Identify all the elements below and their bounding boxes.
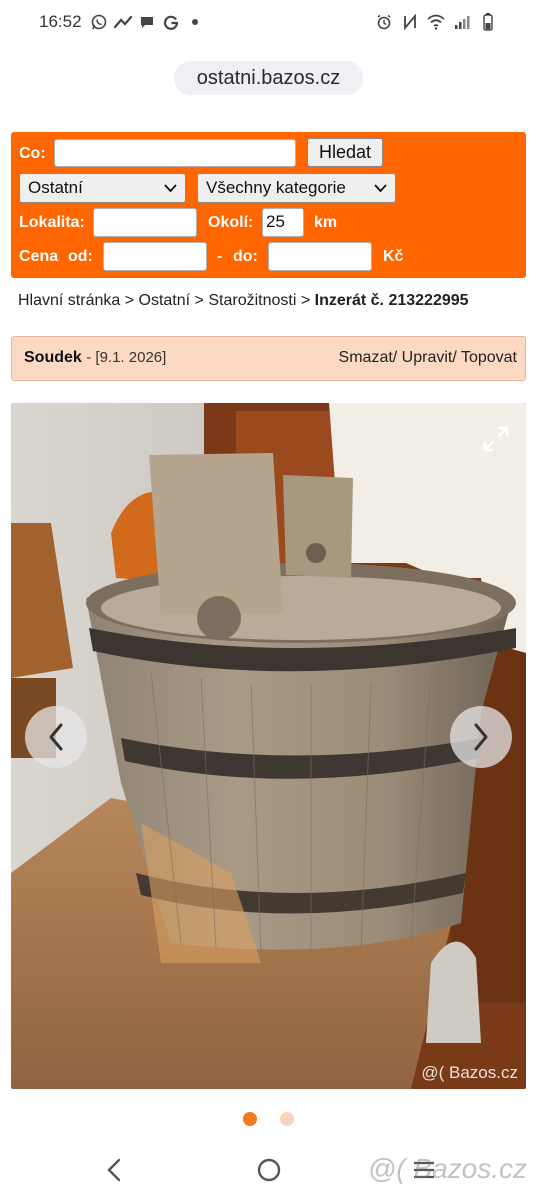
back-chevron-icon[interactable]	[104, 1156, 124, 1189]
od-label: od:	[68, 248, 93, 265]
chevron-right-icon	[474, 723, 488, 751]
search-query-input[interactable]	[54, 139, 296, 167]
breadcrumb-current: Inzerát č. 213222995	[314, 292, 469, 309]
wifi-icon	[427, 13, 445, 31]
listing-header: Soudek - [9.1. 2026] Smazat/ Upravit/ To…	[11, 336, 526, 381]
price-to-input[interactable]	[268, 242, 372, 271]
photo-prev-button[interactable]	[25, 706, 87, 768]
alarm-icon	[375, 13, 393, 31]
chevron-down-icon	[164, 174, 177, 211]
chevron-left-icon	[49, 723, 63, 751]
lokalita-input[interactable]	[93, 208, 197, 237]
google-g-icon	[162, 13, 180, 31]
messenger-fan-icon	[114, 13, 132, 31]
listing-title-group: Soudek - [9.1. 2026]	[24, 349, 166, 367]
barrel-photo-image	[11, 403, 526, 1089]
okoli-label: Okolí:	[208, 214, 254, 231]
carousel-dot[interactable]	[280, 1112, 294, 1126]
photo-next-button[interactable]	[450, 706, 512, 768]
section-select[interactable]: Ostatní	[19, 173, 186, 203]
android-nav-bar: @( Bazos.cz	[0, 1140, 537, 1200]
breadcrumb-separator: >	[124, 292, 135, 309]
dash-label: -	[217, 248, 223, 265]
breadcrumb-separator: >	[300, 292, 311, 309]
battery-icon	[479, 13, 497, 31]
price-from-input[interactable]	[103, 242, 207, 271]
breadcrumb: Hlavní stránka > Ostatní > Starožitnosti…	[18, 292, 469, 310]
section-select-value: Ostatní	[28, 178, 83, 197]
dot-icon	[186, 13, 204, 31]
category-select[interactable]: Všechny kategorie	[197, 173, 396, 203]
breadcrumb-section[interactable]: Ostatní	[139, 292, 191, 309]
nfc-icon	[401, 13, 419, 31]
co-label: Co:	[19, 145, 46, 162]
search-button[interactable]: Hledat	[307, 138, 383, 167]
status-left-icons	[90, 13, 204, 31]
chevron-down-icon	[374, 174, 387, 211]
status-bar: 16:52	[0, 0, 537, 44]
do-label: do:	[233, 248, 258, 265]
km-label: km	[314, 214, 338, 231]
expand-icon[interactable]	[482, 425, 510, 453]
listing-title: Soudek	[24, 349, 82, 366]
currency-label: Kč	[383, 248, 404, 265]
whatsapp-icon	[90, 13, 108, 31]
okoli-input[interactable]: 25	[262, 208, 304, 237]
breadcrumb-category[interactable]: Starožitnosti	[208, 292, 296, 309]
cena-label: Cena	[19, 248, 59, 265]
search-panel: Co: Hledat Ostatní Všechny kategorie Lok…	[11, 132, 526, 278]
breadcrumb-separator: >	[194, 292, 204, 309]
chat-bubble-icon	[138, 13, 156, 31]
nav-watermark: @( Bazos.cz	[367, 1153, 527, 1184]
status-time: 16:52	[39, 12, 82, 31]
lokalita-label: Lokalita:	[19, 214, 85, 231]
address-bar[interactable]: ostatni.bazos.cz	[174, 61, 363, 95]
status-right-icons	[375, 13, 497, 31]
breadcrumb-home[interactable]: Hlavní stránka	[18, 292, 120, 309]
home-circle-icon[interactable]	[256, 1157, 282, 1188]
photo-watermark: @( Bazos.cz	[421, 1063, 518, 1082]
listing-date: - [9.1. 2026]	[86, 349, 167, 366]
listing-actions[interactable]: Smazat/ Upravit/ Topovat	[339, 349, 517, 367]
category-select-value: Všechny kategorie	[206, 178, 346, 197]
carousel-dot-active[interactable]	[243, 1112, 257, 1126]
listing-photo[interactable]: @( Bazos.cz	[11, 403, 526, 1089]
signal-icon	[453, 13, 471, 31]
